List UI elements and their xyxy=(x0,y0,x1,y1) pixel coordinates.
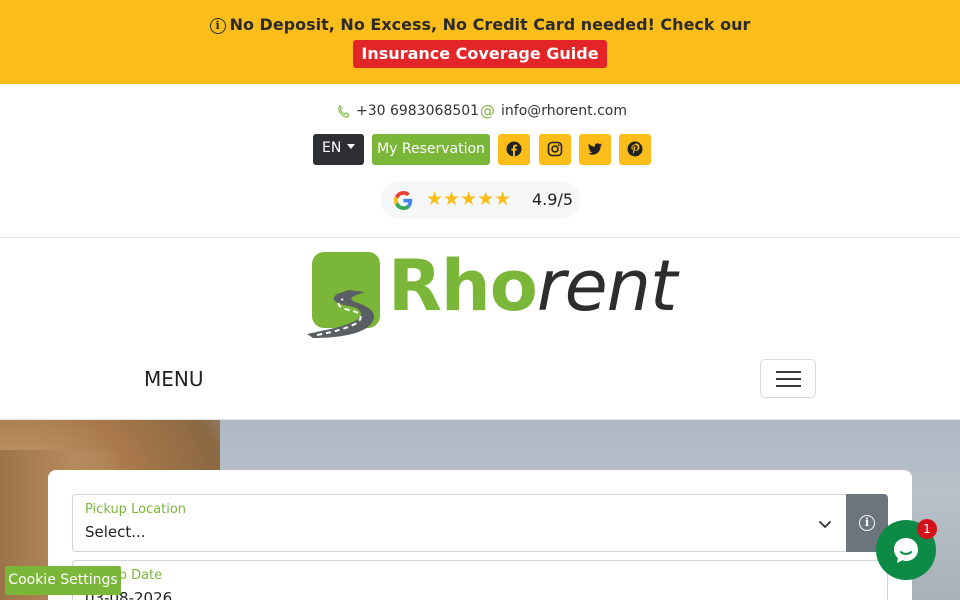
facebook-icon xyxy=(506,141,522,157)
rating-value: 4.9/5 xyxy=(532,190,574,209)
instagram-icon xyxy=(547,141,563,157)
hamburger-line xyxy=(776,385,801,387)
phone-icon xyxy=(338,105,350,118)
instagram-button[interactable] xyxy=(539,134,571,165)
pinterest-button[interactable] xyxy=(619,134,651,165)
language-label: EN xyxy=(322,140,342,156)
logo-rent-text: rent xyxy=(536,245,678,327)
pickup-location-select[interactable]: Pickup Location Select... xyxy=(72,494,847,552)
chat-bubble-icon xyxy=(894,538,918,563)
chevron-down-icon xyxy=(819,521,831,528)
phone-link[interactable]: +30 6983068501 xyxy=(356,103,479,119)
facebook-button[interactable] xyxy=(498,134,530,165)
caret-down-icon xyxy=(347,144,356,149)
pickup-date-input[interactable]: Pickup Date 03-08-2026 xyxy=(72,560,888,600)
promo-banner: i No Deposit, No Excess, No Credit Card n… xyxy=(0,0,960,84)
logo-wordmark: Rhorent xyxy=(388,250,677,322)
twitter-button[interactable] xyxy=(579,134,611,165)
google-icon xyxy=(394,191,413,210)
google-rating-badge[interactable]: ★★★★★ 4.9/5 xyxy=(380,181,581,219)
info-circle-icon: i xyxy=(209,18,226,34)
pinterest-icon xyxy=(627,141,643,157)
menu-label: MENU xyxy=(144,367,204,391)
email-link[interactable]: info@rhorent.com xyxy=(501,103,627,119)
banner-message: No Deposit, No Excess, No Credit Card ne… xyxy=(229,15,751,34)
chat-notification-badge: 1 xyxy=(917,519,937,539)
hamburger-line xyxy=(776,371,801,373)
hamburger-menu-button[interactable] xyxy=(760,359,816,398)
road-logo-icon xyxy=(307,252,380,338)
pickup-location-value: Select... xyxy=(85,523,146,541)
rating-stars: ★★★★★ xyxy=(426,188,512,210)
cookie-settings-button[interactable]: Cookie Settings xyxy=(5,566,121,595)
my-reservation-button[interactable]: My Reservation xyxy=(372,134,490,165)
twitter-icon xyxy=(588,143,602,155)
pickup-location-label: Pickup Location xyxy=(85,502,187,517)
info-circle-icon: i xyxy=(859,515,875,531)
header-divider xyxy=(0,237,960,238)
insurance-guide-button[interactable]: Insurance Coverage Guide xyxy=(353,40,607,68)
language-dropdown[interactable]: EN xyxy=(313,134,364,165)
rhorent-logo[interactable]: Rhorent xyxy=(305,250,677,342)
logo-rho-text: Rho xyxy=(388,245,538,327)
contact-row: +30 6983068501 @ info@rhorent.com xyxy=(0,102,960,122)
banner-text-row: i No Deposit, No Excess, No Credit Card n… xyxy=(0,15,960,34)
hamburger-line xyxy=(776,378,801,380)
at-icon: @ xyxy=(480,102,495,120)
